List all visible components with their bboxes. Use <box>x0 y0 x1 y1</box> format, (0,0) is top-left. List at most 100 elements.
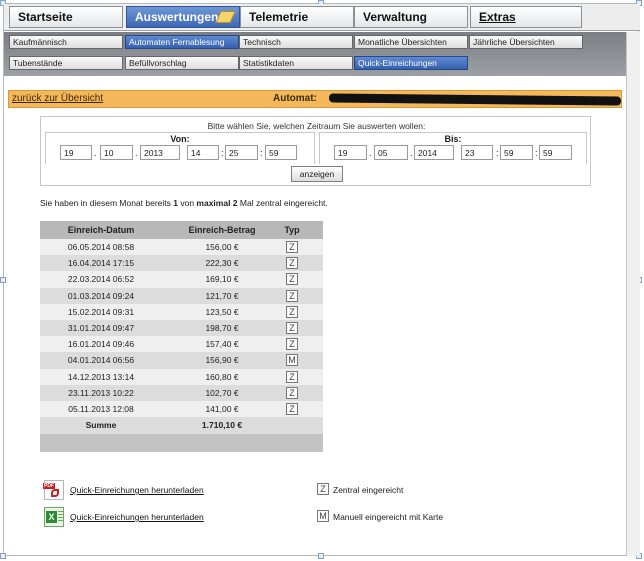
from-hour-input[interactable]: 14 <box>187 145 219 160</box>
resize-handle[interactable] <box>318 553 324 559</box>
subnav-item[interactable]: Technisch <box>239 35 353 49</box>
subnav-item[interactable]: Befüllvorschlag <box>125 56 239 70</box>
row-date: 22.03.2014 06:52 <box>67 274 135 285</box>
table-sum-row: Summe 1.710,10 € <box>40 417 323 435</box>
zentral-icon: Z <box>286 257 298 270</box>
to-hour-input[interactable]: 23 <box>461 145 493 160</box>
to-minute-input[interactable]: 59 <box>500 145 533 160</box>
subnav-item[interactable]: Tubenstände <box>9 56 123 70</box>
row-amount: 121,70 € <box>205 290 239 301</box>
submissions-table: Einreich-Datum Einreich-Betrag Typ 06.05… <box>40 221 323 453</box>
table-row: 16.04.2014 17:15 222,30 € Z <box>40 255 323 272</box>
table-row: 06.05.2014 08:58 156,00 € Z <box>40 239 323 256</box>
subnav-item[interactable]: Jährliche Übersichten <box>469 35 583 49</box>
zentral-icon: Z <box>286 305 298 318</box>
sum-label: Summe <box>85 420 117 431</box>
main-nav: Startseite Auswertungen Telemetrie Verwa… <box>4 4 640 31</box>
separator: . <box>135 148 138 158</box>
separator: : <box>535 148 538 158</box>
right-edge <box>626 32 640 556</box>
row-amount: 102,70 € <box>205 387 239 398</box>
from-minute-input[interactable]: 25 <box>225 145 258 160</box>
table-row: 22.03.2014 06:52 169,10 € Z <box>40 271 323 288</box>
resize-handle[interactable] <box>0 277 6 283</box>
zentral-icon: Z <box>286 321 298 334</box>
from-month-input[interactable]: 10 <box>100 145 133 160</box>
from-year-input[interactable]: 2013 <box>140 145 180 160</box>
column-header-type: Typ <box>284 225 300 235</box>
sum-value: 1.710,10 € <box>201 420 243 431</box>
row-date: 04.01.2014 06:56 <box>67 355 135 366</box>
row-date: 06.05.2014 08:58 <box>67 242 135 252</box>
zentral-icon: Z <box>317 483 329 495</box>
back-bar: zurück zur Übersicht Automat: <box>8 90 622 108</box>
separator: . <box>410 148 413 158</box>
row-date: 14.12.2013 13:14 <box>67 371 135 382</box>
pdf-download-link[interactable]: Quick-Einreichungen herunterladen <box>70 485 204 495</box>
to-month-input[interactable]: 05 <box>374 145 408 160</box>
subnav-item[interactable]: Automaten Fernablesung <box>125 35 239 49</box>
zentral-icon: Z <box>286 273 298 286</box>
excel-icon: X <box>44 507 64 527</box>
range-prompt: Bitte wählen Sie, welchen Zeitraum Sie a… <box>207 121 426 131</box>
zentral-icon: Z <box>286 289 298 302</box>
table-footer <box>40 434 323 453</box>
legend-label: Manuell eingereicht mit Karte <box>333 512 444 522</box>
submission-info: Sie haben in diesem Monat bereits 1 von … <box>40 198 328 208</box>
column-header-amount: Einreich-Betrag <box>188 225 256 235</box>
legend-manuell: M Manuell eingereicht mit Karte <box>317 510 517 524</box>
excel-download[interactable]: X Quick-Einreichungen herunterladen <box>44 507 264 527</box>
table-row: 01.03.2014 09:24 121,70 € Z <box>40 287 323 304</box>
manuell-icon: M <box>317 510 329 522</box>
from-day-input[interactable]: 19 <box>60 145 92 160</box>
tab-startseite[interactable]: Startseite <box>9 6 123 28</box>
pdf-icon: PDF <box>43 480 64 500</box>
automat-label: Automat: <box>273 93 317 104</box>
row-date: 01.03.2014 09:24 <box>67 290 135 301</box>
table-row: 16.01.2014 09:46 157,40 € Z <box>40 336 323 353</box>
row-date: 05.11.2013 12:08 <box>68 403 134 414</box>
row-amount: 123,50 € <box>205 306 239 317</box>
tab-extras[interactable]: Extras <box>470 6 582 28</box>
row-amount: 156,00 € <box>205 242 239 252</box>
legend-label: Zentral eingereicht <box>333 485 404 495</box>
column-header-date: Einreich-Datum <box>67 225 135 235</box>
tab-telemetrie[interactable]: Telemetrie <box>240 6 354 28</box>
tab-verwaltung[interactable]: Verwaltung <box>354 6 468 28</box>
table-header: Einreich-Datum Einreich-Betrag Typ <box>40 221 323 239</box>
manuell-icon: M <box>286 354 298 367</box>
row-date: 16.01.2014 09:46 <box>67 339 135 350</box>
row-date: 23.11.2013 10:22 <box>68 387 134 398</box>
zentral-icon: Z <box>286 241 298 253</box>
to-label: Bis: <box>444 134 462 144</box>
show-button[interactable]: anzeigen <box>291 166 343 182</box>
separator: . <box>369 148 372 158</box>
row-date: 16.04.2014 17:15 <box>67 258 135 269</box>
separator: : <box>260 148 263 158</box>
pdf-download[interactable]: PDF Quick-Einreichungen herunterladen <box>43 480 264 500</box>
resize-handle[interactable] <box>0 553 6 559</box>
to-day-input[interactable]: 19 <box>334 145 367 160</box>
row-date: 31.01.2014 09:47 <box>67 322 135 333</box>
from-label: Von: <box>170 134 190 144</box>
to-year-input[interactable]: 2014 <box>414 145 454 160</box>
table-row: 14.12.2013 13:14 160,80 € Z <box>40 368 323 385</box>
from-second-input[interactable]: 59 <box>265 145 297 160</box>
subnav-item-quick-einreichungen[interactable]: Quick-Einreichungen <box>354 56 468 70</box>
separator: : <box>221 148 224 158</box>
tab-auswertungen[interactable]: Auswertungen <box>126 6 240 28</box>
subnav-item[interactable]: Statistikdaten <box>239 56 353 70</box>
zentral-icon: Z <box>286 338 298 351</box>
range-form: Bitte wählen Sie, welchen Zeitraum Sie a… <box>40 116 591 186</box>
row-amount: 222,30 € <box>205 258 239 269</box>
table-row: 05.11.2013 12:08 141,00 € Z <box>40 400 323 418</box>
back-link[interactable]: zurück zur Übersicht <box>12 93 103 104</box>
legend-zentral: Z Zentral eingereicht <box>317 483 517 497</box>
to-second-input[interactable]: 59 <box>539 145 572 160</box>
subnav-item[interactable]: Kaufmännisch <box>9 35 123 49</box>
subnav-item[interactable]: Monatliche Übersichten <box>354 35 468 49</box>
excel-download-link[interactable]: Quick-Einreichungen herunterladen <box>70 512 204 522</box>
separator: : <box>496 148 499 158</box>
separator: . <box>94 148 97 158</box>
row-amount: 198,70 € <box>205 322 239 333</box>
